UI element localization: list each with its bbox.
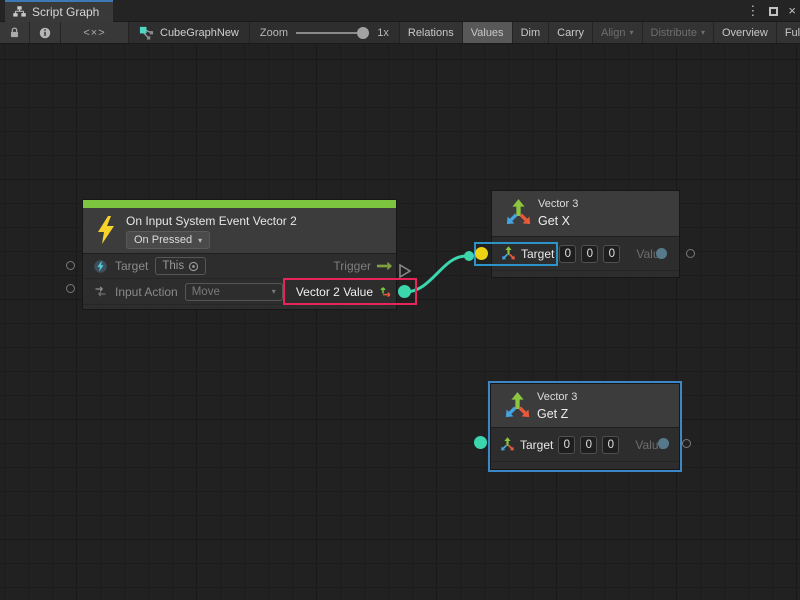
tab-script-graph[interactable]: Script Graph xyxy=(5,0,113,22)
button-label: Relations xyxy=(408,27,454,39)
get-z-target-port[interactable] xyxy=(474,436,487,449)
vector3-icon xyxy=(505,198,532,228)
get-x-header[interactable]: Vector 3 Get X xyxy=(492,191,679,237)
button-label: Values xyxy=(471,27,504,39)
zoom-slider-handle[interactable] xyxy=(357,27,369,39)
button-label: Distribute xyxy=(651,27,697,39)
script-graph-window: Script Graph ⋮ × <×> xyxy=(0,0,800,600)
event-node-title: On Input System Event Vector 2 xyxy=(126,214,297,228)
target-this-field[interactable]: This xyxy=(155,257,206,275)
button-label: Overview xyxy=(722,27,768,39)
maximize-icon[interactable] xyxy=(769,7,778,16)
graph-asset-icon xyxy=(139,25,154,40)
vector2-value-highlight-box xyxy=(283,278,417,305)
toolbar: <×> CubeGraphNew Zoom 1x Relations Value… xyxy=(0,22,800,44)
chevron-down-icon: ▾ xyxy=(272,287,276,296)
trigger-arrow-icon xyxy=(376,260,393,272)
graph-hierarchy-icon xyxy=(12,5,27,20)
toolbar-button-distribute[interactable]: Distribute ▾ xyxy=(643,22,714,43)
toolbar-button-relations[interactable]: Relations xyxy=(400,22,463,43)
get-x-name-label: Get X xyxy=(538,214,570,228)
event-target-input-port[interactable] xyxy=(66,261,75,270)
get-x-outer-port[interactable] xyxy=(686,249,695,258)
get-z-value-port[interactable] xyxy=(658,438,669,449)
more-menu-icon[interactable]: ⋮ xyxy=(746,0,759,22)
tab-title: Script Graph xyxy=(32,5,99,19)
close-icon[interactable]: × xyxy=(788,0,796,22)
code-icon: <×> xyxy=(83,27,105,39)
vector-z-input[interactable]: 0 xyxy=(603,245,620,263)
vector-y-input[interactable]: 0 xyxy=(581,245,598,263)
trigger-label: Trigger xyxy=(333,259,371,273)
chevron-down-icon: ▾ xyxy=(629,28,633,37)
info-button[interactable] xyxy=(30,22,61,43)
get-z-outer-port[interactable] xyxy=(682,439,691,448)
toolbar-button-fullscreen[interactable]: Full Screen xyxy=(777,22,800,43)
input-action-label: Input Action xyxy=(115,285,178,299)
graph-canvas[interactable]: On Input System Event Vector 2 On Presse… xyxy=(0,44,800,600)
toolbar-button-dim[interactable]: Dim xyxy=(513,22,550,43)
button-label: Full Screen xyxy=(785,27,800,39)
zoom-level: 1x xyxy=(377,27,389,39)
button-label: Dim xyxy=(521,27,541,39)
input-action-dropdown[interactable]: Move ▾ xyxy=(185,283,283,301)
toolbar-button-overview[interactable]: Overview xyxy=(714,22,777,43)
vector2-value-output-port[interactable] xyxy=(398,285,411,298)
zoom-control: Zoom 1x xyxy=(250,22,400,43)
wire-endpoint-dot[interactable] xyxy=(464,251,474,261)
chevron-down-icon: ▾ xyxy=(701,28,705,37)
vector-x-input[interactable]: 0 xyxy=(559,245,576,263)
event-target-icon xyxy=(93,259,108,274)
trigger-output-port[interactable] xyxy=(398,264,412,278)
event-action-input-port[interactable] xyxy=(66,284,75,293)
dropdown-value: On Pressed xyxy=(134,234,192,246)
connection-wire xyxy=(0,44,800,600)
input-action-icon xyxy=(93,284,108,299)
event-node-green-strip xyxy=(83,200,396,208)
trigger-output: Trigger xyxy=(333,254,393,278)
toolbar-button-carry[interactable]: Carry xyxy=(549,22,593,43)
tab-bar: Script Graph ⋮ × xyxy=(0,0,800,22)
zoom-label: Zoom xyxy=(260,27,288,39)
event-node-footer xyxy=(83,304,396,311)
event-target-row: Target This Trigger xyxy=(83,254,396,279)
get-z-selection-outline xyxy=(488,381,682,472)
lock-icon xyxy=(8,26,21,40)
get-x-value-port[interactable] xyxy=(656,248,667,259)
lock-button[interactable] xyxy=(0,22,30,43)
lightning-bolt-icon xyxy=(95,215,117,245)
get-x-footer xyxy=(492,270,679,278)
toolbar-button-values[interactable]: Values xyxy=(463,22,513,43)
get-x-target-port[interactable] xyxy=(475,247,488,260)
object-picker-icon[interactable] xyxy=(188,261,199,272)
graph-asset-name: CubeGraphNew xyxy=(160,27,239,39)
target-label: Target xyxy=(115,259,148,273)
code-preview-button[interactable]: <×> xyxy=(61,22,129,43)
this-value: This xyxy=(162,260,184,272)
dropdown-value: Move xyxy=(192,286,220,298)
graph-asset-selector[interactable]: CubeGraphNew xyxy=(129,22,250,43)
button-label: Carry xyxy=(557,27,584,39)
event-mode-dropdown[interactable]: On Pressed ▾ xyxy=(126,231,210,249)
window-controls: ⋮ × xyxy=(746,0,796,22)
get-x-type-label: Vector 3 xyxy=(538,198,578,210)
chevron-down-icon: ▾ xyxy=(198,236,202,245)
button-label: Align xyxy=(601,27,625,39)
zoom-slider[interactable] xyxy=(296,27,369,39)
toolbar-button-align[interactable]: Align ▾ xyxy=(593,22,642,43)
event-node-header[interactable]: On Input System Event Vector 2 On Presse… xyxy=(83,208,396,254)
info-icon xyxy=(38,26,52,40)
